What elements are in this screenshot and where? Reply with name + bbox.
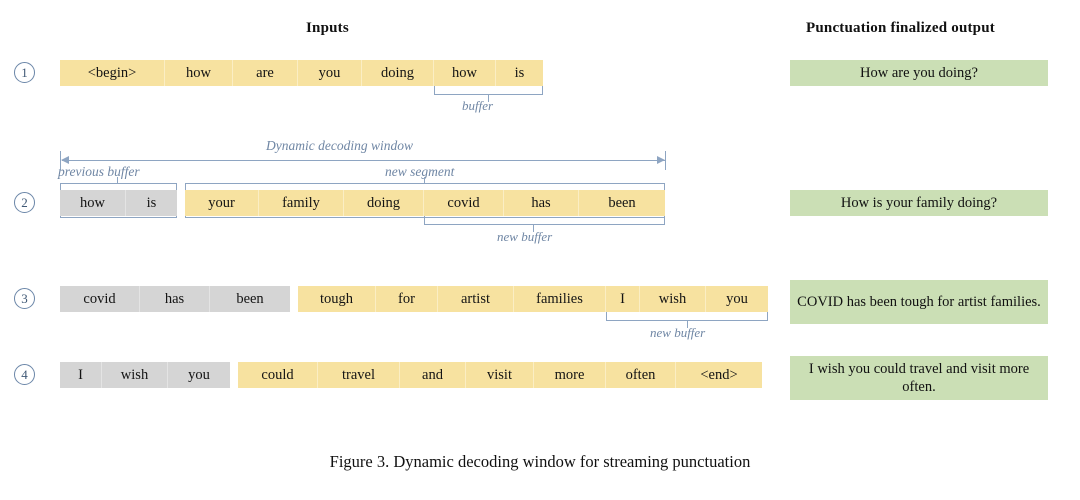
token: is [146, 194, 157, 211]
token: wish [640, 286, 706, 312]
token: has [504, 190, 579, 216]
token: has [140, 286, 210, 312]
figure-caption: Figure 3. Dynamic decoding window for st… [329, 452, 751, 471]
token: you [188, 366, 210, 383]
step-number-4: 4 [14, 364, 35, 385]
token: how [60, 190, 126, 216]
token: <begin> [60, 60, 165, 86]
token: I [606, 286, 640, 312]
token: family [259, 190, 344, 216]
step-number-2: 2 [14, 192, 35, 213]
row-3-new-segment-strip: tough for artist families I wish you [298, 286, 768, 312]
previous-buffer-label: previous buffer [58, 164, 140, 179]
token: you [298, 60, 362, 86]
row-4-output-box: I wish you could travel and visit more o… [790, 356, 1048, 400]
token: could [238, 362, 318, 388]
row-3-new-buffer-bracket [606, 312, 768, 321]
previous-buffer-tick [117, 177, 119, 184]
decoding-window-right-arrowhead [657, 156, 665, 164]
row-1-buffer-bracket [434, 86, 543, 95]
token: travel [318, 362, 400, 388]
punctuation-output-column-header: Punctuation finalized output [806, 20, 995, 36]
token: is [514, 64, 525, 81]
row-2-new-segment-strip: your family doing covid has been [185, 190, 665, 216]
token: you [726, 290, 748, 307]
row-1-token-strip: <begin> how are you doing how is [60, 60, 543, 86]
token: I [60, 362, 102, 388]
dynamic-decoding-window-label: Dynamic decoding window [266, 138, 413, 153]
decoding-window-left-arrowhead [61, 156, 69, 164]
token: often [606, 362, 676, 388]
token: been [236, 290, 264, 307]
step-number-1: 1 [14, 62, 35, 83]
figure-dynamic-decoding-window: Inputs Punctuation finalized output 1 <b… [0, 0, 1080, 500]
token: how [434, 60, 496, 86]
token: how [165, 60, 233, 86]
row-2-previous-buffer-strip: how is [60, 190, 177, 216]
token: covid [424, 190, 504, 216]
token: covid [60, 286, 140, 312]
row-1-buffer-label: buffer [462, 98, 494, 113]
new-segment-label: new segment [385, 164, 455, 179]
token: tough [298, 286, 376, 312]
token: your [185, 190, 259, 216]
row-3-new-buffer-label: new buffer [650, 325, 706, 340]
decoding-window-arrow-line [62, 159, 665, 161]
token: doing [362, 60, 434, 86]
token: artist [438, 286, 514, 312]
row-3-previous-buffer-strip: covid has been [60, 286, 290, 312]
new-segment-tick [424, 177, 426, 184]
row-4-new-segment-strip: could travel and visit more often <end> [238, 362, 762, 388]
token: <end> [700, 366, 738, 383]
row-2-new-buffer-bracket [424, 216, 665, 225]
token: are [233, 60, 298, 86]
row-4-previous-buffer-strip: I wish you [60, 362, 230, 388]
token: more [534, 362, 606, 388]
decoding-window-right-cap [665, 151, 667, 170]
token: doing [344, 190, 424, 216]
token: and [400, 362, 466, 388]
row-2-output-box: How is your family doing? [790, 190, 1048, 216]
row-2-new-buffer-label: new buffer [497, 229, 553, 244]
row-3-output-box: COVID has been tough for artist families… [790, 280, 1048, 324]
token: for [376, 286, 438, 312]
token: families [514, 286, 606, 312]
token: wish [102, 362, 168, 388]
inputs-column-header: Inputs [306, 20, 349, 36]
token: visit [466, 362, 534, 388]
row-1-output-box: How are you doing? [790, 60, 1048, 86]
token: been [608, 194, 636, 211]
step-number-3: 3 [14, 288, 35, 309]
